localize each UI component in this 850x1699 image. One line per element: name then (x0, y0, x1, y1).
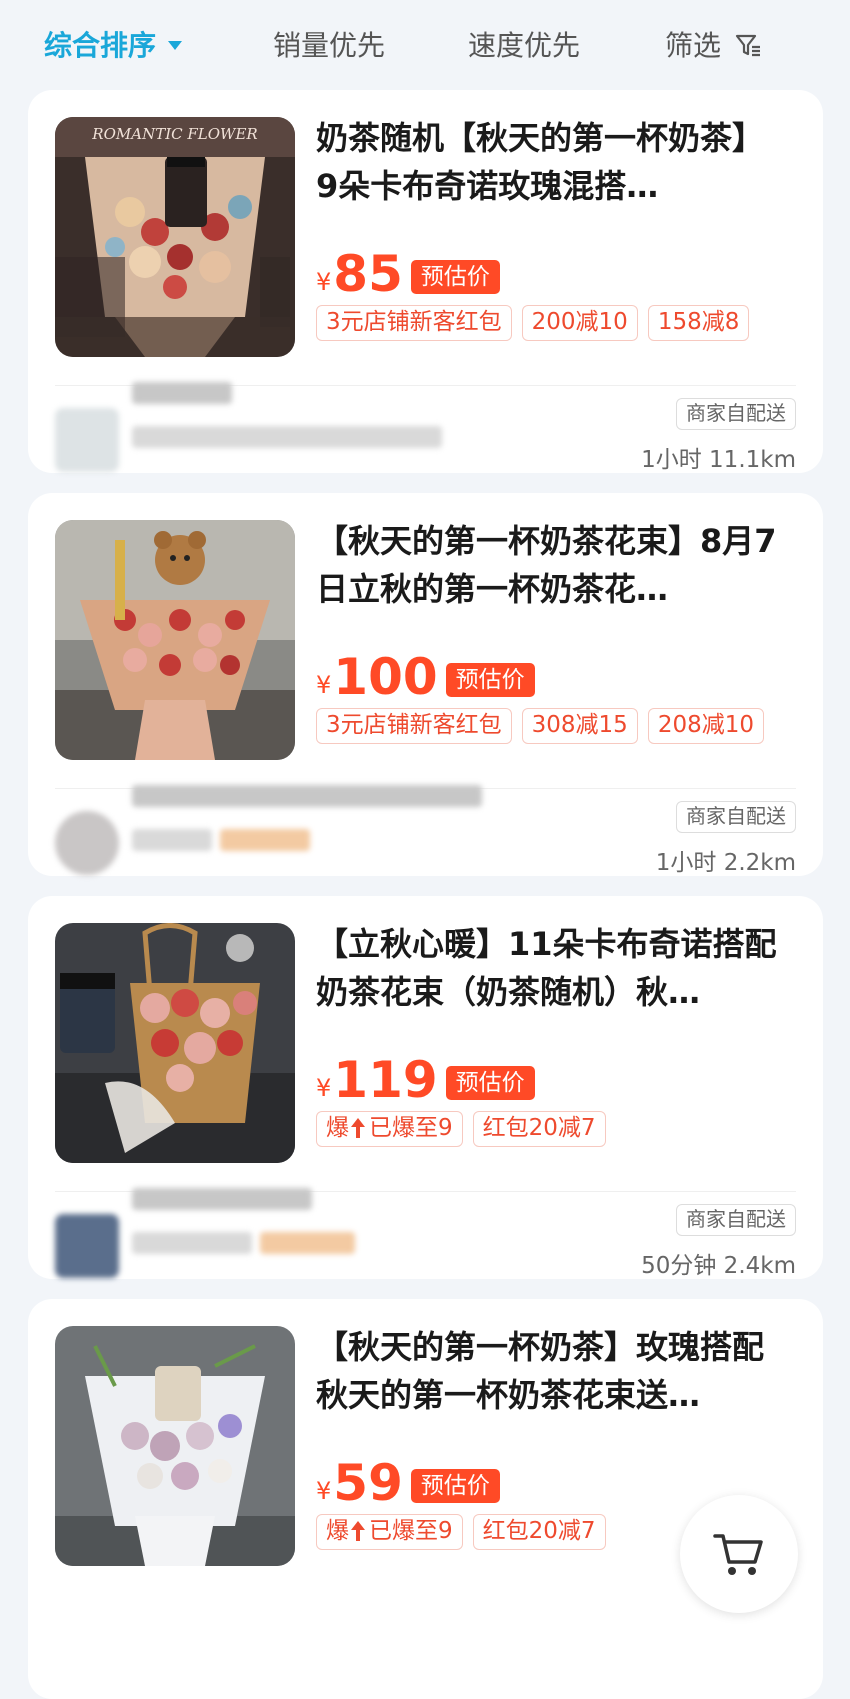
hot-sale-tag: 爆已爆至9 (316, 1111, 463, 1147)
sort-bar: 综合排序 销量优先 速度优先 筛选 (0, 0, 850, 92)
price-value: 85 (333, 245, 403, 303)
yen-symbol: ¥ (316, 1477, 332, 1505)
shop-name-redacted (132, 785, 482, 807)
yen-symbol: ¥ (316, 671, 332, 699)
estimated-price-badge: 预估价 (445, 663, 535, 697)
hot-sale-tag: 爆已爆至9 (316, 1514, 463, 1550)
promo-tag: 158减8 (647, 305, 750, 341)
filter-label: 筛选 (665, 29, 722, 62)
arrow-up-icon (351, 1118, 365, 1138)
yen-symbol: ¥ (316, 1074, 332, 1102)
product-image[interactable] (55, 1326, 295, 1566)
caret-down-icon (168, 40, 183, 50)
estimated-price-badge: 预估价 (410, 260, 500, 294)
thumb-banner-text: ROMANTIC FLOWER (91, 125, 257, 143)
promo-tag: 200减10 (521, 305, 638, 341)
delivery-badge: 商家自配送 (676, 1204, 796, 1236)
promo-tag: 红包20减7 (472, 1514, 606, 1550)
promo-tag: 308减15 (521, 708, 638, 744)
product-title[interactable]: 【立秋心暖】11朵卡布奇诺搭配奶茶花束（奶茶随机）秋… (316, 920, 786, 1016)
filter-icon (734, 31, 762, 59)
sort-sales-tab[interactable]: 销量优先 (273, 24, 385, 64)
delivery-eta: 1小时 2.2km (655, 850, 796, 876)
product-card[interactable]: 【秋天的第一杯奶茶】玫瑰搭配秋天的第一杯奶茶花束送… ¥ 59 预估价 爆已爆至… (28, 1299, 823, 1699)
product-image[interactable] (55, 923, 295, 1163)
shop-badge-redacted (220, 829, 310, 851)
sort-speed-label: 速度优先 (468, 29, 581, 62)
shop-badge-redacted (260, 1232, 355, 1254)
promo-tags: 爆已爆至9 红包20减7 (316, 1111, 606, 1147)
delivery-badge: 商家自配送 (676, 398, 796, 430)
sort-sales-label: 销量优先 (273, 29, 386, 62)
sort-comprehensive-tab[interactable]: 综合排序 (44, 24, 183, 64)
promo-tag: 3元店铺新客红包 (316, 708, 512, 744)
shop-name-redacted (132, 1188, 312, 1210)
filter-button[interactable]: 筛选 (665, 24, 762, 64)
shop-info-redacted (132, 426, 442, 448)
shop-logo[interactable] (55, 811, 119, 875)
cart-button[interactable] (680, 1495, 798, 1613)
promo-tags: 3元店铺新客红包 308减15 208减10 (316, 708, 764, 744)
delivery-badge: 商家自配送 (676, 801, 796, 833)
sort-comprehensive-label: 综合排序 (44, 29, 157, 62)
price-row: ¥ 59 预估价 (316, 1451, 500, 1511)
product-card[interactable]: 【立秋心暖】11朵卡布奇诺搭配奶茶花束（奶茶随机）秋… ¥ 119 预估价 爆已… (28, 896, 823, 1279)
product-title[interactable]: 【秋天的第一杯奶茶花束】8月7日立秋的第一杯奶茶花… (316, 517, 786, 613)
price-value: 119 (333, 1051, 438, 1109)
promo-tags: 爆已爆至9 红包20减7 (316, 1514, 606, 1550)
yen-symbol: ¥ (316, 268, 332, 296)
price-value: 100 (333, 648, 438, 706)
product-image[interactable] (55, 520, 295, 760)
estimated-price-badge: 预估价 (445, 1066, 535, 1100)
price-row: ¥ 85 预估价 (316, 242, 500, 302)
sort-speed-tab[interactable]: 速度优先 (468, 24, 580, 64)
shop-logo[interactable] (55, 1214, 119, 1278)
promo-tags: 3元店铺新客红包 200减10 158减8 (316, 305, 750, 341)
delivery-eta: 1小时 11.1km (641, 447, 796, 473)
arrow-up-icon (351, 1521, 365, 1541)
product-image[interactable]: ROMANTIC FLOWER (55, 117, 295, 357)
shop-info-redacted (132, 1232, 252, 1254)
price-row: ¥ 100 预估价 (316, 645, 535, 705)
delivery-eta: 50分钟 2.4km (641, 1253, 796, 1279)
product-card[interactable]: 【秋天的第一杯奶茶花束】8月7日立秋的第一杯奶茶花… ¥ 100 预估价 3元店… (28, 493, 823, 876)
estimated-price-badge: 预估价 (410, 1469, 500, 1503)
price-row: ¥ 119 预估价 (316, 1048, 535, 1108)
cart-icon (713, 1534, 763, 1575)
hot-prefix: 爆 (326, 1518, 349, 1544)
hot-prefix: 爆 (326, 1115, 349, 1141)
price-value: 59 (333, 1454, 403, 1512)
shop-info-redacted (132, 829, 212, 851)
promo-tag: 208减10 (647, 708, 764, 744)
promo-tag: 红包20减7 (472, 1111, 606, 1147)
product-card[interactable]: ROMANTIC FLOWER 奶茶随机【秋天的第一杯奶茶】9朵卡布奇诺玫瑰混搭… (28, 90, 823, 473)
shop-name-redacted (132, 382, 232, 404)
product-title[interactable]: 奶茶随机【秋天的第一杯奶茶】9朵卡布奇诺玫瑰混搭… (316, 114, 786, 210)
hot-sale-text: 已爆至9 (369, 1115, 453, 1141)
product-title[interactable]: 【秋天的第一杯奶茶】玫瑰搭配秋天的第一杯奶茶花束送… (316, 1323, 786, 1419)
promo-tag: 3元店铺新客红包 (316, 305, 512, 341)
shop-logo[interactable] (55, 408, 119, 472)
hot-sale-text: 已爆至9 (369, 1518, 453, 1544)
